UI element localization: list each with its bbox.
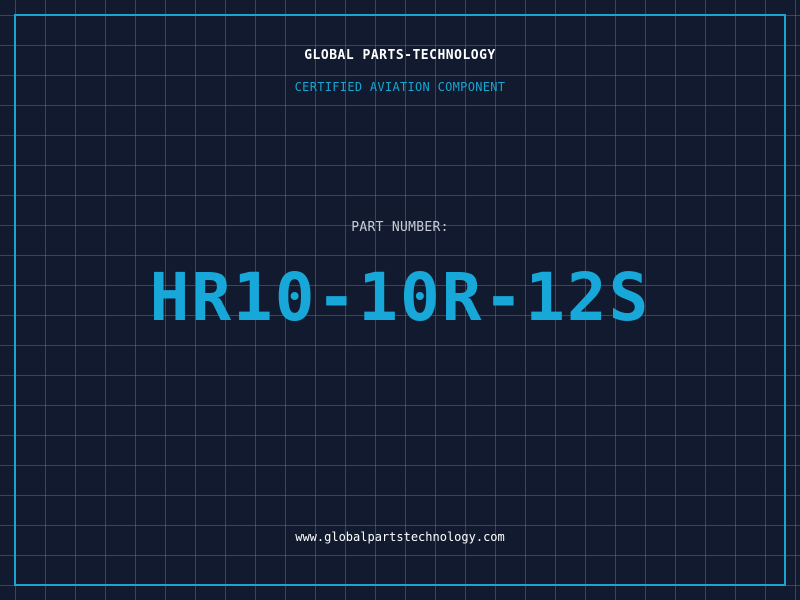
website-url: www.globalpartstechnology.com xyxy=(295,530,505,544)
certificate-card: GLOBAL PARTS-TECHNOLOGY CERTIFIED AVIATI… xyxy=(0,0,800,600)
certification-subtitle: CERTIFIED AVIATION COMPONENT xyxy=(294,80,506,94)
company-name: GLOBAL PARTS-TECHNOLOGY xyxy=(304,48,496,63)
part-number-label: PART NUMBER: xyxy=(351,220,449,235)
part-number-value: HR10-10R-12S xyxy=(149,259,651,336)
